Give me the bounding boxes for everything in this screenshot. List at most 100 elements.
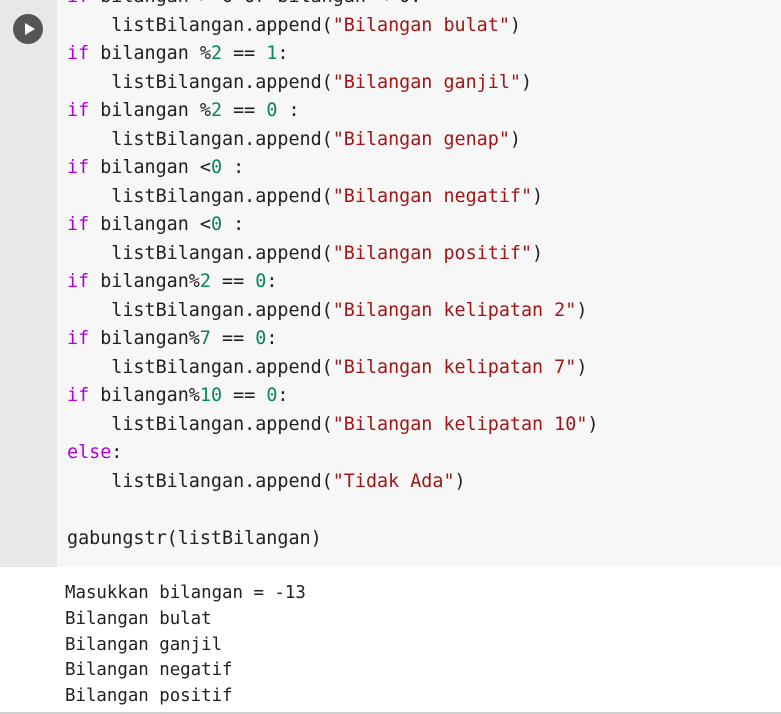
output-line: Bilangan bulat bbox=[65, 608, 212, 629]
code-text: bilangan% bbox=[89, 328, 200, 349]
code-number: 2 bbox=[210, 43, 223, 64]
code-line: if bilangan%7 == 0: bbox=[67, 325, 598, 354]
code-text: listBilangan.append( bbox=[67, 71, 333, 93]
code-cell[interactable]: if bilangan >=0 or bilangan <=0: listBil… bbox=[0, 0, 781, 567]
code-text: bilangan >=0 or bilangan <=0: bbox=[89, 0, 421, 7]
code-line: listBilangan.append("Bilangan bulat") bbox=[67, 12, 598, 41]
code-line: if bilangan >=0 or bilangan <=0: bbox=[67, 0, 598, 12]
code-line: if bilangan%2 == 0: bbox=[67, 268, 598, 297]
code-line: listBilangan.append("Bilangan kelipatan … bbox=[67, 297, 598, 326]
code-string: "Bilangan negatif" bbox=[332, 185, 533, 207]
code-text: listBilangan.append( bbox=[67, 185, 333, 207]
code-line: if bilangan%10 == 0: bbox=[67, 382, 598, 411]
code-line: listBilangan.append("Bilangan kelipatan … bbox=[67, 411, 598, 440]
code-text: bilangan < bbox=[89, 214, 211, 235]
code-text: == bbox=[210, 328, 256, 349]
code-line: listBilangan.append("Bilangan positif") bbox=[67, 240, 598, 269]
code-string: "Bilangan positif" bbox=[332, 242, 533, 264]
code-text: : bbox=[266, 328, 278, 349]
code-string: "Bilangan ganjil" bbox=[332, 71, 521, 93]
code-text: ) bbox=[509, 14, 521, 36]
output-line: Bilangan ganjil bbox=[65, 634, 223, 655]
code-number: 7 bbox=[199, 328, 211, 349]
code-text: listBilangan.append( bbox=[67, 413, 333, 435]
code-text: bilangan% bbox=[89, 385, 200, 406]
code-text: ) bbox=[532, 185, 544, 207]
code-keyword: if bbox=[67, 271, 90, 292]
code-text: bilangan% bbox=[89, 271, 200, 292]
code-number: 0 bbox=[266, 385, 278, 406]
code-text: == bbox=[210, 271, 256, 292]
code-keyword: if bbox=[67, 157, 90, 178]
code-keyword: if bbox=[67, 100, 90, 121]
code-keyword: else bbox=[67, 442, 112, 463]
code-text: ) bbox=[576, 356, 588, 378]
code-text: listBilangan.append( bbox=[67, 299, 333, 321]
code-text: ) bbox=[454, 470, 466, 492]
code-text: bilangan % bbox=[89, 100, 211, 121]
code-keyword: if bbox=[67, 43, 90, 64]
code-text: ) bbox=[509, 128, 521, 150]
code-string: "Bilangan kelipatan 2" bbox=[332, 299, 577, 321]
code-line: listBilangan.append("Bilangan negatif") bbox=[67, 183, 598, 212]
code-editor[interactable]: if bilangan >=0 or bilangan <=0: listBil… bbox=[67, 0, 598, 553]
code-line: listBilangan.append("Bilangan ganjil") bbox=[67, 69, 598, 98]
code-number: 0 bbox=[255, 328, 267, 349]
code-line: if bilangan %2 == 0 : bbox=[67, 97, 598, 126]
code-line: if bilangan <0 : bbox=[67, 211, 598, 240]
code-string: "Bilangan bulat" bbox=[332, 14, 510, 36]
code-text: gabungstr(listBilangan) bbox=[67, 527, 322, 549]
code-keyword: if bbox=[67, 214, 90, 235]
code-number: 2 bbox=[199, 271, 211, 292]
code-text: : bbox=[266, 271, 278, 292]
code-text: ) bbox=[587, 413, 599, 435]
code-text: : bbox=[277, 385, 289, 406]
code-string: "Tidak Ada" bbox=[332, 470, 455, 492]
code-line: listBilangan.append("Bilangan genap") bbox=[67, 126, 598, 155]
code-text: ) bbox=[576, 299, 588, 321]
code-text: listBilangan.append( bbox=[67, 470, 333, 492]
output-line: Masukkan bilangan = -13 bbox=[65, 583, 306, 603]
code-text: listBilangan.append( bbox=[67, 14, 333, 36]
code-number: 2 bbox=[210, 100, 223, 121]
code-line: listBilangan.append("Tidak Ada") bbox=[67, 468, 598, 497]
output-line: Bilangan positif bbox=[65, 686, 233, 707]
code-line: else: bbox=[67, 439, 598, 468]
code-number: 0 bbox=[255, 271, 267, 292]
code-string: "Bilangan kelipatan 7" bbox=[332, 356, 577, 378]
code-line: gabungstr(listBilangan) bbox=[67, 525, 598, 554]
code-text: : bbox=[277, 100, 300, 121]
cell-output: Masukkan bilangan = -13 Bilangan bulat Bil… bbox=[65, 581, 306, 710]
code-text: : bbox=[222, 157, 245, 178]
cell-gutter bbox=[0, 0, 57, 567]
code-line: if bilangan %2 == 1: bbox=[67, 40, 598, 69]
code-text: bilangan < bbox=[89, 157, 211, 178]
code-line: listBilangan.append("Bilangan kelipatan … bbox=[67, 354, 598, 383]
code-text: == bbox=[222, 385, 267, 406]
code-number: 0 bbox=[266, 100, 278, 121]
code-line: if bilangan <0 : bbox=[67, 154, 598, 183]
code-text: bilangan % bbox=[89, 43, 211, 64]
code-number: 10 bbox=[199, 385, 223, 406]
code-number: 0 bbox=[210, 157, 223, 178]
code-keyword: if bbox=[67, 385, 90, 406]
run-cell-button[interactable] bbox=[13, 14, 43, 44]
code-text: : bbox=[111, 442, 123, 463]
code-text: listBilangan.append( bbox=[67, 356, 333, 378]
code-text: : bbox=[222, 214, 245, 235]
code-number: 1 bbox=[266, 43, 278, 64]
code-text: ) bbox=[520, 71, 533, 93]
code-string: "Bilangan genap" bbox=[332, 128, 510, 150]
code-text: == bbox=[222, 100, 267, 121]
code-text: == bbox=[222, 43, 267, 64]
code-text: listBilangan.append( bbox=[67, 242, 333, 264]
code-text: ) bbox=[532, 242, 544, 264]
code-text: : bbox=[277, 43, 289, 64]
code-keyword: if bbox=[67, 328, 90, 349]
code-keyword: if bbox=[67, 0, 89, 7]
code-string: "Bilangan kelipatan 10" bbox=[332, 413, 588, 435]
output-line: Bilangan negatif bbox=[65, 660, 233, 681]
code-text: listBilangan.append( bbox=[67, 128, 333, 150]
code-number: 0 bbox=[210, 214, 223, 235]
